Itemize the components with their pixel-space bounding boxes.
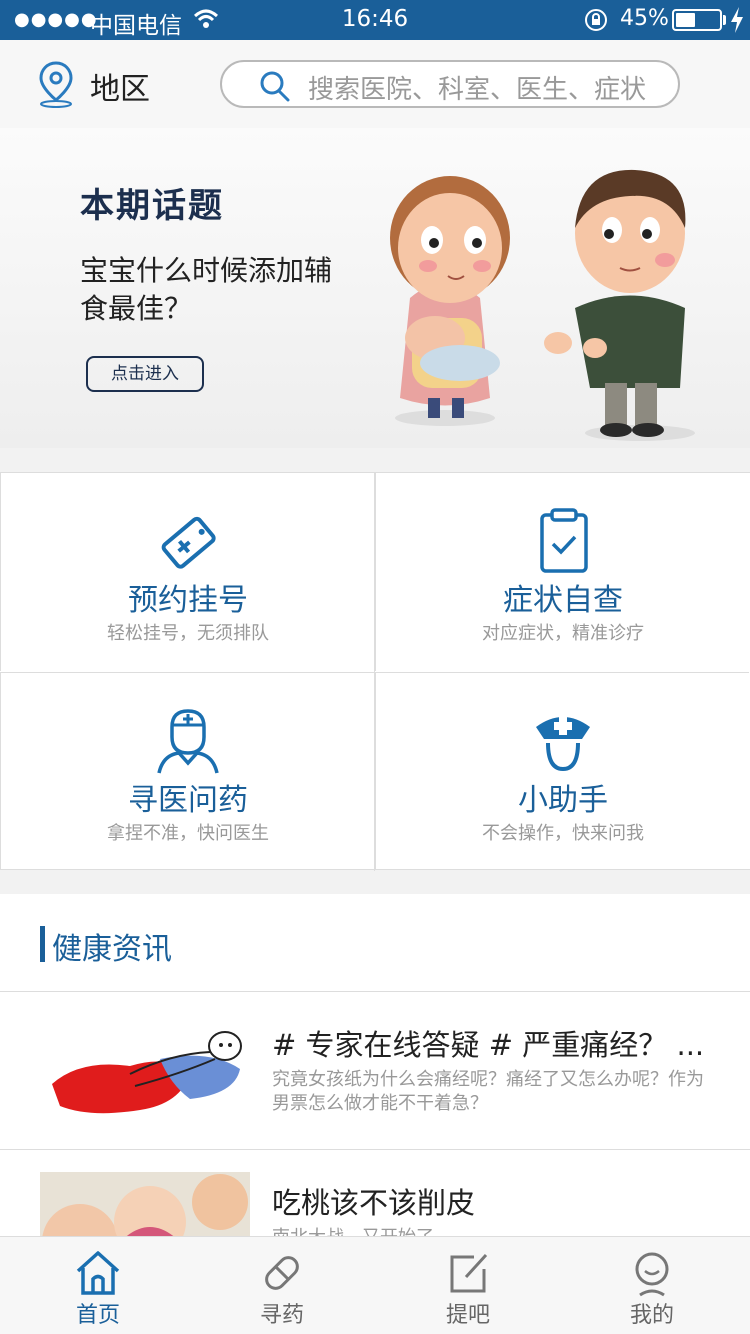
status-bar: ●●●●● 中国电信 16:46 45% — [0, 0, 750, 40]
article-title: # 专家在线答疑 # 严重痛经？ ... — [272, 1028, 705, 1062]
region-selector[interactable]: 地区 — [90, 64, 150, 108]
battery-level — [676, 13, 695, 27]
feature-appointment[interactable]: 预约挂号 轻松挂号，无须排队 — [0, 473, 374, 671]
edit-icon — [450, 1253, 488, 1293]
tab-label: 寻药 — [259, 1303, 304, 1328]
feature-subtitle: 对应症状，精准诊疗 — [482, 623, 644, 644]
health-news: 健康资讯 # 专家在线答疑 # 严重痛经？ ... 究竟女孩纸为什么会痛经呢？痛… — [0, 894, 750, 1236]
battery-tip — [723, 15, 726, 25]
rotation-lock-icon — [585, 9, 607, 31]
section-accent-bar — [40, 926, 45, 962]
tab-profile[interactable]: 我的 — [592, 1237, 712, 1334]
grid-divider — [374, 473, 375, 871]
user-icon — [635, 1252, 669, 1297]
news-item[interactable]: 吃桃该不该削皮 南北大战，又开始了 — [0, 1150, 750, 1236]
banner-subtitle: 宝宝什么时候添加辅食最佳？ — [80, 254, 333, 325]
news-section-title: 健康资讯 — [52, 932, 172, 967]
tab-home[interactable]: 首页 — [38, 1237, 158, 1334]
charging-icon — [731, 7, 743, 33]
tab-find-medicine[interactable]: 寻药 — [222, 1237, 342, 1334]
feature-symptom-check[interactable]: 症状自查 对应症状，精准诊疗 — [375, 473, 749, 671]
tab-label: 提吧 — [445, 1303, 490, 1328]
article-thumbnail — [40, 1172, 250, 1236]
feature-subtitle: 拿捏不准，快问医生 — [107, 823, 269, 844]
bottom-tab-bar: 首页 寻药 提吧 我的 — [0, 1236, 750, 1334]
feature-ask-doctor[interactable]: 寻医问药 拿捏不准，快问医生 — [0, 672, 374, 870]
article-title: 吃桃该不该削皮 — [272, 1186, 476, 1220]
doctor-icon — [157, 709, 219, 774]
home-icon — [76, 1251, 120, 1295]
nurse-icon — [536, 717, 590, 772]
pill-icon — [265, 1256, 299, 1290]
topic-banner[interactable]: 本期话题 宝宝什么时候添加辅食最佳？ 点击进入 — [0, 128, 750, 448]
article-description: 究竟女孩纸为什么会痛经呢？痛经了又怎么办呢？作为男票怎么做才能不干着急？ — [272, 1069, 704, 1114]
feature-assistant[interactable]: 小助手 不会操作，快来问我 — [375, 672, 749, 870]
banner-enter-button[interactable]: 点击进入 — [86, 356, 204, 392]
article-thumbnail — [40, 1014, 250, 1124]
feature-title: 症状自查 — [503, 583, 623, 618]
news-item[interactable]: # 专家在线答疑 # 严重痛经？ ... 究竟女孩纸为什么会痛经呢？痛经了又怎么… — [0, 992, 750, 1150]
family-illustration — [390, 169, 695, 441]
feature-title: 预约挂号 — [128, 583, 248, 618]
battery-percent: 45% — [620, 6, 669, 31]
tab-label: 首页 — [75, 1303, 120, 1328]
feature-grid: 预约挂号 轻松挂号，无须排队 症状自查 对应症状，精准诊疗 寻医问药 拿捏不准，… — [0, 472, 750, 871]
header: 地区 搜索医院、科室、医生、症状 — [0, 40, 750, 128]
tag-icon — [161, 516, 216, 569]
feature-title: 寻医问药 — [128, 783, 248, 818]
tab-forum[interactable]: 提吧 — [408, 1237, 528, 1334]
search-icon — [260, 71, 290, 102]
feature-subtitle: 轻松挂号，无须排队 — [107, 623, 269, 644]
location-pin-icon[interactable] — [36, 60, 76, 108]
clipboard-check-icon — [540, 508, 588, 573]
search-placeholder: 搜索医院、科室、医生、症状 — [308, 75, 647, 105]
feature-subtitle: 不会操作，快来问我 — [482, 823, 644, 844]
article-description: 南北大战，又开始了 — [272, 1226, 712, 1236]
tab-label: 我的 — [629, 1303, 674, 1328]
search-input[interactable]: 搜索医院、科室、医生、症状 — [220, 60, 680, 108]
news-header: 健康资讯 — [0, 894, 750, 992]
banner-title: 本期话题 — [80, 186, 224, 226]
battery-icon — [672, 9, 722, 31]
feature-title: 小助手 — [518, 783, 608, 818]
